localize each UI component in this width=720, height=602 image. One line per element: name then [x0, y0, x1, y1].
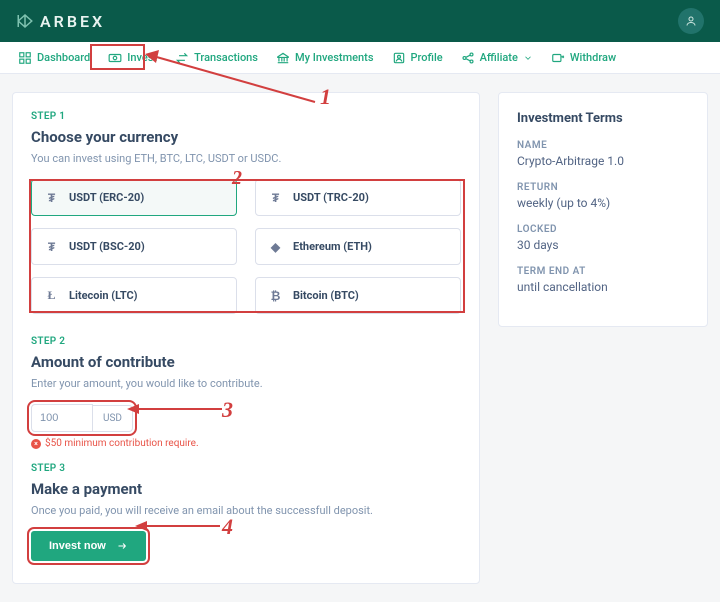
step2-label: STEP 2 [31, 336, 461, 347]
nav-label: Withdraw [570, 51, 616, 64]
chevron-down-icon [523, 53, 533, 63]
nav-my-investments[interactable]: My Investments [268, 45, 382, 71]
error-icon: × [31, 439, 41, 449]
hint-text: $50 minimum contribution require. [45, 438, 199, 449]
brand-logo-icon [16, 12, 34, 30]
nav-withdraw[interactable]: Withdraw [543, 45, 624, 71]
min-hint: × $50 minimum contribution require. [31, 438, 461, 449]
currency-label: USDT (TRC-20) [293, 191, 369, 204]
term-locked-value: 30 days [517, 238, 689, 252]
currency-label: Bitcoin (BTC) [293, 289, 359, 302]
nav-label: Dashboard [37, 51, 90, 64]
nav-transactions[interactable]: Transactions [167, 45, 266, 71]
currency-option-usdt-trc20[interactable]: ₮ USDT (TRC-20) [255, 179, 461, 216]
nav-label: Affiliate [480, 51, 518, 64]
nav-label: My Investments [295, 51, 374, 64]
amount-input[interactable] [31, 404, 93, 432]
currency-option-usdt-erc20[interactable]: ₮ USDT (ERC-20) [31, 179, 237, 216]
step1-title: Choose your currency [31, 128, 461, 146]
investment-terms-card: Investment Terms NAME Crypto-Arbitrage 1… [498, 92, 708, 327]
annotation-number-3: 3 [222, 397, 233, 423]
ethereum-icon: ◆ [268, 239, 283, 254]
currency-option-ltc[interactable]: Ł Litecoin (LTC) [31, 277, 237, 314]
nav-affiliate[interactable]: Affiliate [453, 45, 541, 71]
brand-text: ARBEX [40, 12, 105, 31]
amount-unit: USD [93, 405, 133, 432]
step2-title: Amount of contribute [31, 353, 461, 371]
nav-label: Invest [127, 51, 157, 64]
nav-label: Profile [411, 51, 443, 64]
nav-dashboard[interactable]: Dashboard [10, 45, 98, 71]
terms-title: Investment Terms [517, 111, 689, 126]
term-name-label: NAME [517, 140, 689, 151]
tether-icon: ₮ [44, 239, 59, 254]
tether-icon: ₮ [44, 190, 59, 205]
top-bar: ARBEX [0, 0, 720, 42]
bank-icon [276, 51, 290, 65]
step2-desc: Enter your amount, you would like to con… [31, 377, 461, 390]
term-termend-label: TERM END AT [517, 266, 689, 277]
arrow-right-icon [116, 540, 128, 552]
nav-profile[interactable]: Profile [384, 45, 451, 71]
user-avatar[interactable] [678, 8, 704, 34]
term-return-label: RETURN [517, 182, 689, 193]
step3-desc: Once you paid, you will receive an email… [31, 504, 461, 517]
share-icon [461, 51, 475, 65]
currency-option-usdt-bsc20[interactable]: ₮ USDT (BSC-20) [31, 228, 237, 265]
currency-label: Ethereum (ETH) [293, 240, 372, 253]
annotation-number-2: 2 [232, 167, 242, 190]
currency-option-eth[interactable]: ◆ Ethereum (ETH) [255, 228, 461, 265]
nav-invest[interactable]: Invest [100, 45, 165, 71]
annotation-number-4: 4 [222, 514, 233, 540]
bitcoin-icon: ₿ [268, 288, 283, 303]
button-label: Invest now [49, 540, 106, 552]
swap-icon [175, 51, 189, 65]
currency-label: Litecoin (LTC) [69, 289, 137, 302]
currency-option-btc[interactable]: ₿ Bitcoin (BTC) [255, 277, 461, 314]
currency-label: USDT (ERC-20) [69, 191, 144, 204]
term-locked-label: LOCKED [517, 224, 689, 235]
nav-bar: Dashboard Invest Transactions My Investm… [0, 42, 720, 74]
litecoin-icon: Ł [44, 288, 59, 303]
profile-icon [392, 51, 406, 65]
withdraw-icon [551, 51, 565, 65]
currency-grid: ₮ USDT (ERC-20) ₮ USDT (TRC-20) ₮ USDT (… [31, 179, 461, 314]
step1-label: STEP 1 [31, 111, 461, 122]
currency-label: USDT (BSC-20) [69, 240, 145, 253]
brand: ARBEX [16, 12, 105, 31]
term-termend-value: until cancellation [517, 280, 689, 294]
tether-icon: ₮ [268, 190, 283, 205]
nav-label: Transactions [194, 51, 258, 64]
grid-icon [18, 51, 32, 65]
term-return-value: weekly (up to 4%) [517, 196, 689, 210]
step3-title: Make a payment [31, 480, 461, 498]
step1-desc: You can invest using ETH, BTC, LTC, USDT… [31, 152, 461, 165]
annotation-number-1: 1 [320, 84, 331, 110]
step3-label: STEP 3 [31, 463, 461, 474]
cash-icon [108, 51, 122, 65]
term-name-value: Crypto-Arbitrage 1.0 [517, 154, 689, 168]
invest-card: STEP 1 Choose your currency You can inve… [12, 92, 480, 584]
user-icon [685, 15, 697, 27]
invest-now-button[interactable]: Invest now [31, 531, 146, 561]
